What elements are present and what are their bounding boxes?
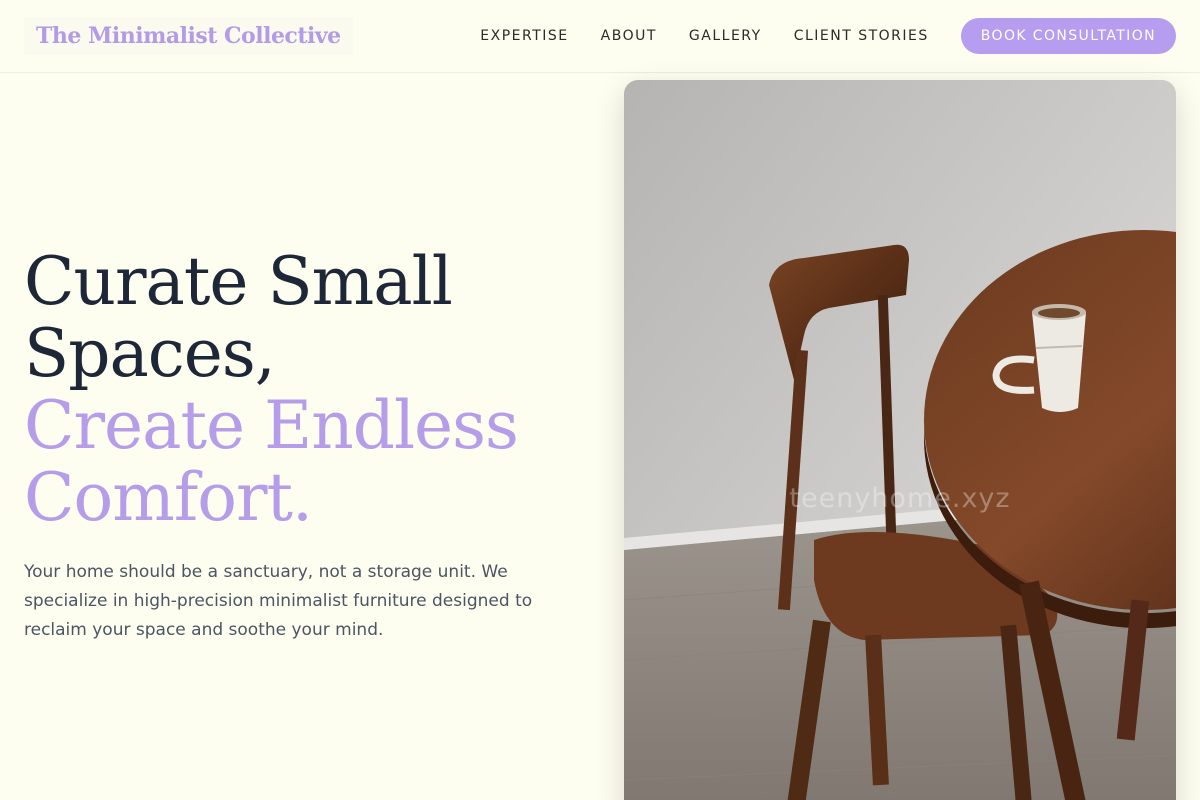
image-watermark: teenyhome.xyz [789, 483, 1011, 514]
chair-and-table-photo [624, 80, 1176, 800]
nav-link-about[interactable]: ABOUT [601, 28, 657, 44]
main-nav: EXPERTISE ABOUT GALLERY CLIENT STORIES B… [480, 18, 1176, 54]
headline-line-1: Curate Small [24, 243, 453, 320]
headline-accent-line-1: Create Endless [24, 387, 519, 464]
book-consultation-button[interactable]: BOOK CONSULTATION [960, 18, 1176, 54]
hero-section: Curate Small Spaces, Create Endless Comf… [24, 246, 584, 645]
nav-link-gallery[interactable]: GALLERY [689, 28, 762, 44]
brand-logo[interactable]: The Minimalist Collective [24, 17, 353, 55]
headline-line-2: Spaces, [24, 315, 276, 392]
nav-link-client-stories[interactable]: CLIENT STORIES [794, 28, 929, 44]
hero-lead-paragraph: Your home should be a sanctuary, not a s… [24, 562, 533, 640]
nav-link-expertise[interactable]: EXPERTISE [480, 28, 568, 44]
hero-headline: Curate Small Spaces, Create Endless Comf… [24, 246, 584, 534]
site-header: The Minimalist Collective EXPERTISE ABOU… [0, 0, 1200, 73]
headline-accent-line-2: Comfort. [24, 459, 313, 536]
hero-image: teenyhome.xyz [624, 80, 1176, 800]
